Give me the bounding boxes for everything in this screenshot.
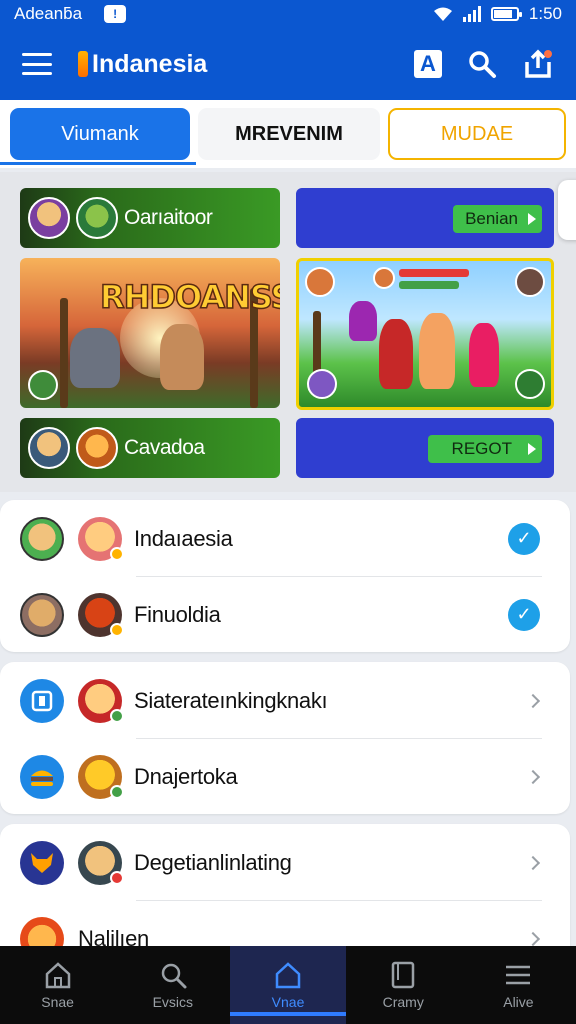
list-item[interactable]: Indaıaesia ✓ bbox=[0, 500, 570, 577]
game-thumbnail-left[interactable]: RHDOANSS bbox=[20, 258, 280, 408]
avatar bbox=[305, 267, 335, 297]
list-item[interactable]: Degetianlinlating bbox=[0, 824, 570, 901]
character bbox=[379, 319, 413, 389]
avatar bbox=[373, 267, 395, 289]
skill-icon bbox=[515, 369, 545, 399]
list-item[interactable]: Dnajertoka bbox=[0, 738, 570, 815]
battery-icon bbox=[490, 7, 522, 21]
list-item[interactable]: Finuoldia ✓ bbox=[0, 576, 570, 653]
character bbox=[469, 323, 499, 387]
nav-label: Cramy bbox=[382, 994, 424, 1010]
avatar bbox=[78, 754, 124, 799]
featured-top-right-card[interactable]: Benian bbox=[296, 188, 554, 248]
tab-mudae[interactable]: MUDAE bbox=[388, 108, 566, 160]
character bbox=[349, 301, 377, 341]
side-panel-handle[interactable] bbox=[558, 180, 576, 240]
hero-character bbox=[160, 324, 204, 390]
avatar bbox=[78, 592, 124, 637]
avatar bbox=[20, 592, 64, 637]
featured-top-left-card[interactable]: Oarıaitoor bbox=[20, 188, 280, 248]
list-section-3: Degetianlinlating Nalilıen bbox=[0, 824, 570, 964]
avatar bbox=[76, 427, 118, 469]
list-item-label: Degetianlinlating bbox=[134, 849, 292, 875]
share-icon[interactable] bbox=[522, 48, 554, 80]
clock: 1:50 bbox=[528, 4, 562, 23]
search-icon bbox=[161, 963, 187, 989]
featured-bottom-label: Cavadoa bbox=[124, 436, 205, 459]
bottom-navigation: Snae Evsics Vnae Cramy Alive bbox=[0, 946, 576, 1024]
robot-character bbox=[70, 328, 120, 388]
game-thumbnail-right[interactable] bbox=[296, 258, 554, 410]
check-icon[interactable]: ✓ bbox=[508, 598, 540, 631]
list-section-2: Siaterateınkingknakı Dnajertoka bbox=[0, 662, 570, 814]
avatar bbox=[76, 197, 118, 239]
regot-button[interactable]: REGOT bbox=[427, 435, 542, 463]
chevron-right-icon[interactable] bbox=[525, 693, 541, 708]
chevron-right-icon[interactable] bbox=[525, 931, 541, 946]
avatar bbox=[28, 197, 70, 239]
nav-label: Snae bbox=[41, 994, 74, 1010]
check-icon[interactable]: ✓ bbox=[508, 522, 540, 555]
energy-bar bbox=[399, 281, 459, 289]
app-icon bbox=[20, 678, 64, 723]
home-icon bbox=[275, 962, 301, 989]
status-bar: Adeanƃa ! 1:50 bbox=[0, 0, 576, 28]
list-item-label: Dnajertoka bbox=[134, 763, 238, 789]
menu-icon[interactable] bbox=[22, 53, 52, 75]
list-item-label: Finuoldia bbox=[134, 601, 221, 627]
notification-icon: ! bbox=[104, 5, 127, 23]
active-tab-indicator bbox=[0, 162, 196, 165]
app-title: Indanesia bbox=[78, 50, 207, 79]
skill-icon bbox=[307, 369, 337, 399]
avatar bbox=[28, 427, 70, 469]
menu-icon bbox=[506, 965, 531, 985]
chevron-right-icon[interactable] bbox=[525, 769, 541, 784]
nav-evsics[interactable]: Evsics bbox=[115, 946, 230, 1024]
signal-icon bbox=[462, 6, 481, 22]
featured-bottom-right-card[interactable]: REGOT bbox=[296, 418, 554, 478]
avatar bbox=[20, 516, 64, 561]
tab-mrevenim[interactable]: MREVENIM bbox=[198, 108, 380, 160]
translate-icon[interactable]: A bbox=[414, 50, 442, 78]
avatar bbox=[515, 267, 545, 297]
palm-tree bbox=[60, 298, 68, 408]
list-item[interactable]: Siaterateınkingknakı bbox=[0, 662, 570, 739]
logo-icon bbox=[78, 51, 88, 77]
featured-grid: Oarıaitoor Benian RHDOANSS Cavadoa REGOT bbox=[0, 172, 576, 492]
featured-bottom-left-card[interactable]: Cavadoa bbox=[20, 418, 280, 478]
home-outline-icon bbox=[45, 962, 70, 989]
app-bar: Indanesia A bbox=[0, 28, 576, 100]
nav-label: Vnae bbox=[271, 994, 305, 1010]
avatar bbox=[78, 516, 124, 561]
nav-label: Alive bbox=[503, 994, 534, 1010]
search-icon[interactable] bbox=[466, 48, 498, 80]
tablet-icon bbox=[391, 961, 415, 989]
sword-icon bbox=[28, 370, 58, 400]
nav-snae[interactable]: Snae bbox=[0, 946, 115, 1024]
health-bar bbox=[399, 269, 469, 277]
nav-label: Evsics bbox=[152, 994, 194, 1010]
fox-icon bbox=[20, 840, 64, 885]
nav-cramy[interactable]: Cramy bbox=[346, 946, 461, 1024]
list-section-1: Indaıaesia ✓ Finuoldia ✓ bbox=[0, 500, 570, 652]
app-title-text: Indanesia bbox=[92, 49, 208, 78]
nav-vnae[interactable]: Vnae bbox=[230, 946, 346, 1024]
wifi-icon bbox=[433, 7, 452, 21]
carrier-name: Adeanƃa bbox=[14, 4, 83, 23]
chevron-right-icon[interactable] bbox=[525, 855, 541, 870]
benian-button[interactable]: Benian bbox=[453, 205, 542, 233]
list-item-label: Siaterateınkingknakı bbox=[134, 687, 328, 713]
game-title: RHDOANSS bbox=[99, 277, 280, 317]
avatar bbox=[78, 840, 124, 885]
character bbox=[419, 313, 455, 389]
list-item-label: Indaıaesia bbox=[134, 525, 233, 551]
featured-top-label: Oarıaitoor bbox=[124, 206, 213, 229]
avatar bbox=[78, 678, 124, 723]
burger-icon bbox=[20, 754, 64, 799]
nav-alive[interactable]: Alive bbox=[461, 946, 576, 1024]
tab-bar: Viumank MREVENIM MUDAE bbox=[0, 100, 576, 168]
tab-viumank[interactable]: Viumank bbox=[10, 108, 190, 160]
